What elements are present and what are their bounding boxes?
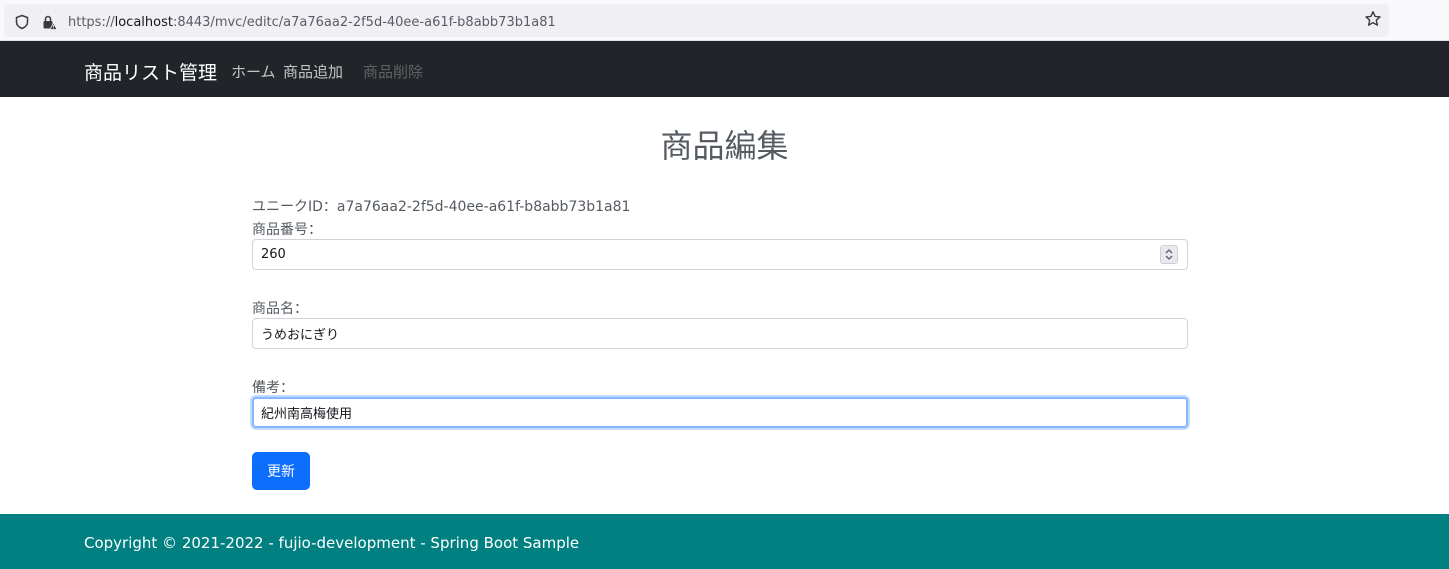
url-path: :8443/mvc/editc/a7a76aa2-2f5d-40ee-a61f-…	[172, 15, 556, 30]
nav-link-home[interactable]: ホーム	[231, 61, 276, 82]
page-title: 商品編集	[660, 127, 789, 165]
nav-link-add-product[interactable]: 商品追加	[283, 61, 343, 82]
product-name-input[interactable]	[252, 318, 1188, 349]
remarks-input[interactable]	[252, 397, 1188, 428]
number-spinner[interactable]	[1160, 245, 1178, 264]
unique-id-label: ユニークID：	[252, 199, 337, 215]
url-host: localhost	[114, 15, 173, 30]
star-icon[interactable]	[1364, 10, 1382, 28]
spinner-arrows-icon	[1165, 249, 1173, 260]
product-number-label: 商品番号：	[252, 222, 322, 238]
unique-id-line: ユニークID：a7a76aa2-2f5d-40ee-a61f-b8abb73b1…	[252, 196, 630, 216]
nav-link-delete-product: 商品削除	[363, 63, 424, 81]
product-number-input[interactable]	[252, 239, 1188, 270]
url-prefix: https://	[68, 15, 115, 30]
lock-icon[interactable]	[41, 14, 58, 31]
url-text[interactable]: https://localhost:8443/mvc/editc/a7a76aa…	[68, 15, 556, 30]
navbar: 商品リスト管理 ホーム 商品追加 商品削除	[0, 41, 1449, 97]
browser-toolbar: https://localhost:8443/mvc/editc/a7a76aa…	[0, 0, 1449, 41]
shield-icon[interactable]	[14, 14, 30, 30]
footer: Copyright © 2021-2022 - fujio-developmen…	[0, 514, 1449, 569]
unique-id-value: a7a76aa2-2f5d-40ee-a61f-b8abb73b1a81	[336, 199, 631, 215]
product-name-label: 商品名：	[252, 301, 308, 317]
footer-copyright: Copyright © 2021-2022 - fujio-developmen…	[84, 534, 580, 552]
update-button[interactable]: 更新	[252, 452, 310, 490]
address-bar[interactable]: https://localhost:8443/mvc/editc/a7a76aa…	[4, 4, 1389, 37]
remarks-label: 備考：	[252, 380, 294, 396]
navbar-brand[interactable]: 商品リスト管理	[84, 58, 217, 85]
